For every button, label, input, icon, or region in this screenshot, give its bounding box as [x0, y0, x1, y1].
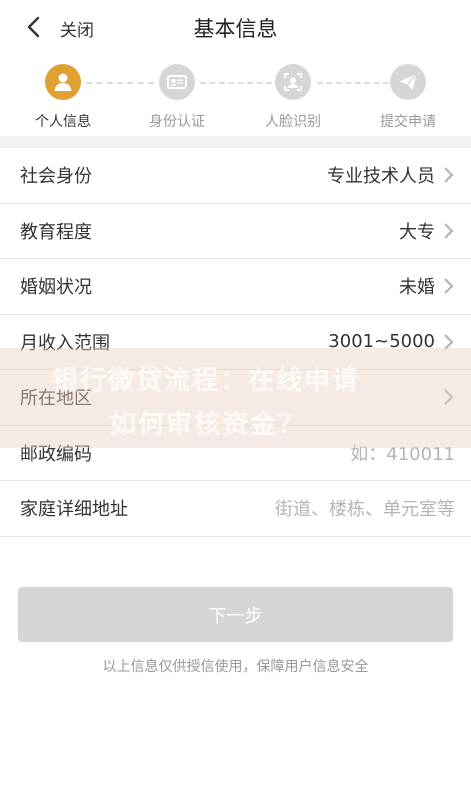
step-label: 提交申请 [380, 114, 436, 130]
row-label: 所在地区 [20, 388, 92, 410]
face-icon [284, 73, 302, 91]
home-address-row: 家庭详细地址 街道、楼栋、单元室等 [0, 481, 471, 537]
id-card-icon [167, 75, 187, 89]
postal-code-input[interactable]: 如：410011 [350, 440, 455, 466]
chevron-right-icon [443, 388, 455, 406]
step-personal-info: 个人信息 [8, 64, 118, 131]
row-label: 教育程度 [20, 221, 92, 243]
chevron-right-icon [443, 277, 455, 295]
row-label: 月收入范围 [20, 332, 110, 354]
postal-code-row: 邮政编码 如：410011 [0, 425, 471, 481]
back-button[interactable] [18, 12, 48, 42]
marital-status-row[interactable]: 婚姻状况 未婚 [0, 259, 471, 315]
step-identity-verification: 身份认证 [122, 64, 232, 131]
step-label: 人脸识别 [265, 114, 321, 130]
footer-note: 以上信息仅供授信使用，保障用户信息安全 [102, 659, 369, 675]
chevron-right-icon [443, 166, 455, 184]
row-value: 专业技术人员 [327, 166, 435, 188]
row-value: 大专 [399, 221, 435, 243]
monthly-income-row[interactable]: 月收入范围 3001~5000 [0, 314, 471, 370]
row-value: 3001~5000 [328, 331, 435, 353]
chevron-right-icon [443, 333, 455, 351]
chevron-right-icon [443, 222, 455, 240]
nav-bar: 关闭 基本信息 [0, 0, 471, 54]
step-label: 身份认证 [149, 114, 205, 130]
row-label: 家庭详细地址 [20, 499, 128, 521]
section-gap [0, 136, 471, 148]
close-button[interactable]: 关闭 [60, 16, 94, 41]
education-level-row[interactable]: 教育程度 大专 [0, 203, 471, 259]
step-progress: 个人信息 身份认证 人脸识别 提交申请 [0, 54, 471, 136]
step-submit-application: 提交申请 [353, 64, 463, 131]
basic-info-form: 社会身份 专业技术人员 教育程度 大专 婚姻状况 未婚 月收入范围 3001~5… [0, 148, 471, 537]
paper-plane-icon [399, 73, 418, 90]
row-value: 未婚 [399, 277, 435, 299]
region-row[interactable]: 所在地区 [0, 370, 471, 426]
next-step-button[interactable]: 下一步 [18, 587, 453, 642]
person-icon [54, 73, 72, 91]
step-face-recognition: 人脸识别 [238, 64, 348, 131]
step-label: 个人信息 [35, 114, 91, 130]
social-identity-row[interactable]: 社会身份 专业技术人员 [0, 148, 471, 204]
row-label: 社会身份 [20, 166, 92, 188]
chevron-left-icon [27, 16, 40, 38]
row-label: 婚姻状况 [20, 277, 92, 299]
row-label: 邮政编码 [20, 443, 92, 465]
home-address-input[interactable]: 街道、楼栋、单元室等 [275, 495, 455, 521]
